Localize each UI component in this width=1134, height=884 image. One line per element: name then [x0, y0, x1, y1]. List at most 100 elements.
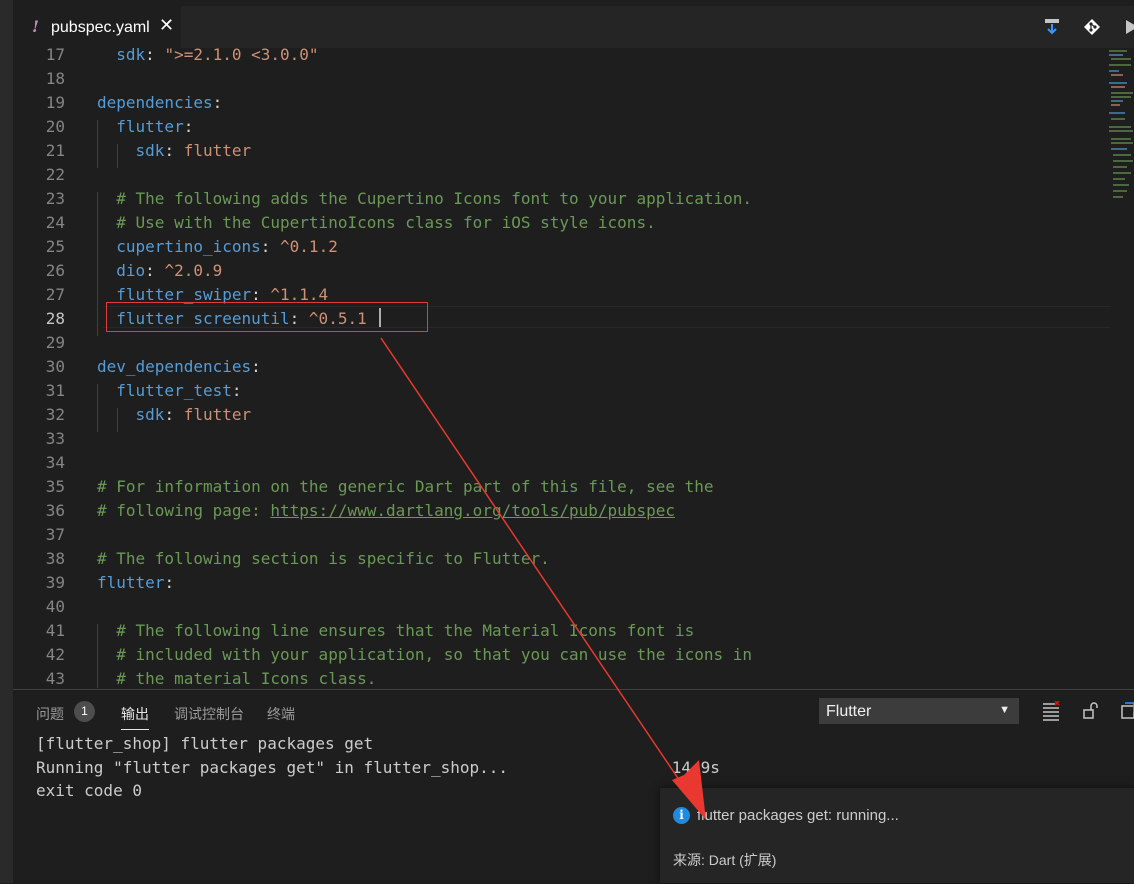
code-text: # For information on the generic Dart pa… — [97, 475, 714, 499]
code-line: 40 — [13, 595, 1113, 619]
code-token: # The following adds the Cupertino Icons… — [116, 189, 753, 208]
code-token: # following page: — [97, 501, 271, 520]
code-line: 26 dio: ^2.0.9 — [13, 259, 1113, 283]
git-icon[interactable] — [1083, 18, 1101, 36]
code-token: ^0.1.2 — [280, 237, 338, 256]
code-token: flutter — [183, 141, 252, 160]
minimap[interactable] — [1107, 48, 1134, 208]
code-editor[interactable]: 17 sdk: ">=2.1.0 <3.0.0" 18 19 dependencies… — [13, 48, 1113, 688]
code-text: dependencies: — [97, 91, 222, 115]
code-text: # The following section is specific to F… — [97, 547, 550, 571]
clear-output-icon[interactable] — [1042, 701, 1060, 721]
code-token[interactable]: https://www.dartlang.org/tools/pub/pubsp… — [270, 501, 675, 520]
line-number: 20 — [45, 117, 65, 136]
line-number: 26 — [45, 261, 65, 280]
lock-scroll-icon[interactable] — [1082, 702, 1100, 720]
code-line: 19 dependencies: — [13, 91, 1113, 115]
line-number: 37 — [45, 525, 65, 544]
line-number: 17 — [45, 48, 65, 64]
line-number: 38 — [45, 549, 65, 568]
line-number: 21 — [45, 141, 65, 160]
tab-label: pubspec.yaml — [51, 19, 150, 36]
code-text: flutter: — [97, 115, 193, 139]
code-line: 29 — [13, 331, 1113, 355]
code-text: # the material Icons class. — [97, 667, 376, 688]
code-text: # Use with the CupertinoIcons class for … — [97, 211, 655, 235]
notification-message: flutter packages get: running... — [697, 807, 899, 824]
tab-problems[interactable]: 问题 — [36, 704, 64, 724]
line-number: 35 — [45, 477, 65, 496]
code-token: # The following section is specific to F… — [97, 549, 550, 568]
notification-toast[interactable]: i flutter packages get: running... 来源: D… — [660, 788, 1134, 883]
code-text: flutter: — [97, 571, 174, 595]
code-line: 31 flutter_test: — [13, 379, 1113, 403]
code-line: 21 sdk: flutter — [13, 139, 1113, 163]
code-token: # the material Icons class. — [116, 669, 377, 688]
run-icon[interactable] — [1123, 18, 1134, 36]
code-line: 36 # following page: https://www.dartlang… — [13, 499, 1113, 523]
code-text: flutter_test: — [97, 379, 242, 403]
code-token: : — [164, 141, 184, 160]
notification-source: 来源: Dart (扩展) — [673, 852, 777, 868]
code-text: # The following line ensures that the Ma… — [97, 619, 694, 643]
line-number: 33 — [45, 429, 65, 448]
code-token: ">=2.1.0 <3.0.0" — [164, 48, 319, 64]
tab-terminal[interactable]: 终端 — [267, 704, 295, 724]
code-token: : — [231, 381, 242, 400]
code-line: 41 # The following line ensures that the… — [13, 619, 1113, 643]
code-line: 17 sdk: ">=2.1.0 <3.0.0" — [13, 48, 1113, 67]
code-token: ^2.0.9 — [164, 261, 223, 280]
code-line: 34 — [13, 451, 1113, 475]
tab-pubspec-yaml[interactable]: ! pubspec.yaml ✕ — [13, 6, 181, 48]
code-token: dev_dependencies — [97, 357, 252, 376]
tab-output[interactable]: 输出 — [121, 704, 149, 730]
output-line: exit code 0 — [36, 781, 142, 800]
code-token: : — [164, 405, 184, 424]
activity-edge — [0, 0, 13, 883]
code-token: flutter — [183, 405, 252, 424]
maximize-panel-icon[interactable] — [1120, 702, 1134, 720]
line-number: 39 — [45, 573, 65, 592]
line-number: 24 — [45, 213, 65, 232]
code-token: : — [164, 573, 175, 592]
line-number: 22 — [45, 165, 65, 184]
line-number: 32 — [45, 405, 65, 424]
tab-debug-console[interactable]: 调试控制台 — [174, 704, 244, 724]
line-number: 25 — [45, 237, 65, 256]
editor-tab-bar: ! pubspec.yaml ✕ — [13, 6, 1134, 48]
code-line: 39 flutter: — [13, 571, 1113, 595]
line-number: 28 — [45, 309, 65, 328]
code-line: 20 flutter: — [13, 115, 1113, 139]
line-number: 30 — [45, 357, 65, 376]
text-cursor — [379, 308, 381, 327]
line-number: 36 — [45, 501, 65, 520]
code-line: 35 # For information on the generic Dart … — [13, 475, 1113, 499]
code-line: 32 sdk: flutter — [13, 403, 1113, 427]
line-number: 27 — [45, 285, 65, 304]
output-line: [flutter_shop] flutter packages get — [36, 734, 374, 753]
code-line: 33 — [13, 427, 1113, 451]
line-number: 19 — [45, 93, 65, 112]
line-number: 40 — [45, 597, 65, 616]
code-text: # following page: https://www.dartlang.o… — [97, 499, 675, 523]
line-number: 29 — [45, 333, 65, 352]
code-line: 25 cupertino_icons: ^0.1.2 — [13, 235, 1113, 259]
code-token: # For information on the generic Dart pa… — [97, 477, 714, 496]
code-token: sdk — [135, 405, 165, 424]
code-line: 37 — [13, 523, 1113, 547]
code-token: : — [212, 93, 223, 112]
code-line: 24 # Use with the CupertinoIcons class f… — [13, 211, 1113, 235]
pull-down-icon[interactable] — [1043, 18, 1061, 36]
code-text: dio: ^2.0.9 — [97, 259, 222, 283]
close-icon[interactable]: ✕ — [159, 16, 174, 34]
output-channel-select[interactable]: Flutter ▼ — [819, 698, 1019, 724]
line-number: 43 — [45, 669, 65, 688]
code-line: 43 # the material Icons class. — [13, 667, 1113, 688]
code-token: sdk — [116, 48, 146, 64]
